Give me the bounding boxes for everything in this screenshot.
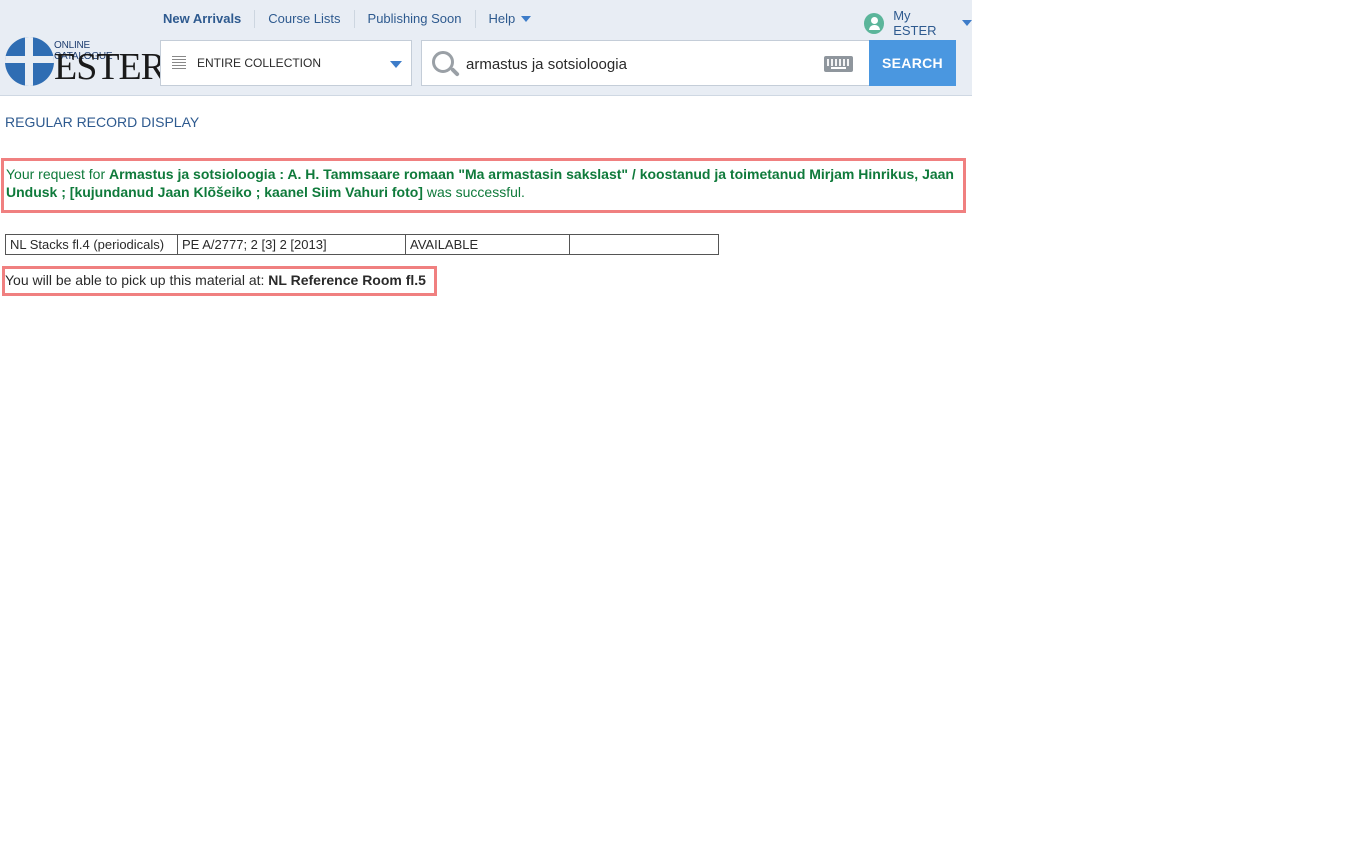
search-button[interactable]: SEARCH bbox=[869, 40, 956, 86]
nav-publishing-soon[interactable]: Publishing Soon bbox=[353, 10, 475, 28]
success-suffix: was successful. bbox=[426, 184, 525, 200]
regular-record-display-link[interactable]: REGULAR RECORD DISPLAY bbox=[5, 114, 199, 130]
chevron-down-icon bbox=[521, 16, 532, 22]
collection-selected-value: ENTIRE COLLECTION bbox=[197, 56, 322, 70]
holding-call-number: PE A/2777; 2 [3] 2 [2013] bbox=[177, 234, 406, 255]
table-row: NL Stacks fl.4 (periodicals) PE A/2777; … bbox=[5, 234, 719, 255]
search-field bbox=[421, 40, 870, 86]
search-input[interactable] bbox=[464, 49, 818, 79]
nav-help-label: Help bbox=[488, 11, 516, 26]
chevron-down-icon bbox=[390, 61, 402, 68]
nav-help[interactable]: Help bbox=[474, 10, 545, 28]
nav-new-arrivals[interactable]: New Arrivals bbox=[150, 10, 254, 28]
header: New Arrivals Course Lists Publishing Soo… bbox=[0, 0, 972, 96]
list-icon bbox=[172, 55, 186, 71]
holding-location: NL Stacks fl.4 (periodicals) bbox=[5, 234, 178, 255]
keyboard-icon[interactable] bbox=[824, 56, 853, 72]
pickup-location: NL Reference Room fl.5 bbox=[268, 272, 426, 288]
logo-cross-icon bbox=[5, 37, 54, 86]
holding-note bbox=[569, 234, 719, 255]
logo-title: ESTER bbox=[54, 46, 166, 88]
top-navigation: New Arrivals Course Lists Publishing Soo… bbox=[150, 10, 544, 28]
request-success-message: Your request for Armastus ja sotsioloogi… bbox=[1, 158, 966, 213]
holding-status: AVAILABLE bbox=[405, 234, 570, 255]
collection-select[interactable]: ENTIRE COLLECTION bbox=[160, 40, 412, 86]
search-icon bbox=[432, 51, 454, 73]
pickup-prefix: You will be able to pick up this materia… bbox=[5, 272, 265, 288]
pickup-location-message: You will be able to pick up this materia… bbox=[2, 266, 437, 296]
chevron-down-icon bbox=[962, 20, 972, 26]
success-prefix: Your request for bbox=[6, 166, 106, 182]
holdings-table: NL Stacks fl.4 (periodicals) PE A/2777; … bbox=[5, 234, 719, 255]
my-ester-menu[interactable]: My ESTER bbox=[864, 8, 972, 38]
user-icon bbox=[864, 12, 885, 34]
ester-logo[interactable]: ONLINE CATALOGUE ESTER bbox=[5, 37, 166, 87]
nav-course-lists[interactable]: Course Lists bbox=[254, 10, 353, 28]
my-ester-label: My ESTER bbox=[893, 8, 937, 38]
